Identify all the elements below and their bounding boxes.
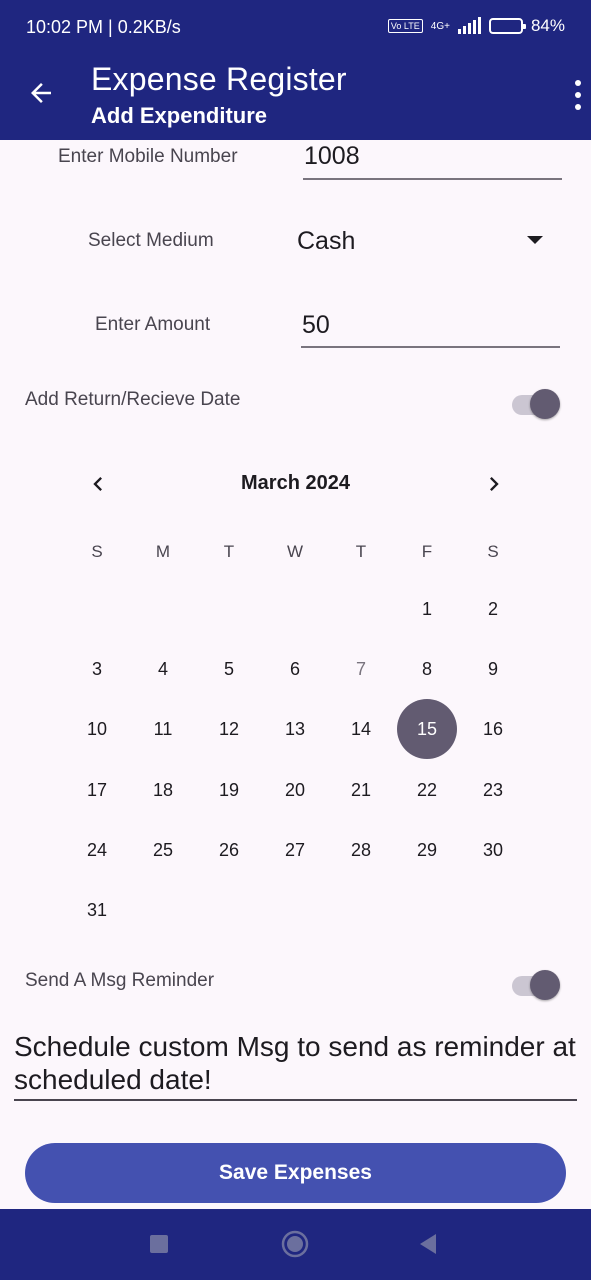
weekday-label: W bbox=[286, 542, 304, 561]
back-button[interactable] bbox=[26, 78, 56, 108]
calendar-day[interactable]: 14 bbox=[331, 699, 391, 759]
calendar-day[interactable]: 28 bbox=[331, 820, 391, 880]
status-time: 10:02 PM | 0.2KB/s bbox=[26, 17, 181, 37]
weekday-label: M bbox=[155, 542, 171, 561]
calendar-day[interactable]: 19 bbox=[199, 760, 259, 820]
return-date-switch-thumb bbox=[530, 389, 560, 419]
signal-icon bbox=[457, 17, 481, 34]
calendar-day[interactable]: 3 bbox=[67, 639, 127, 699]
mobile-number-input[interactable]: 1008 bbox=[304, 142, 360, 171]
calendar-day[interactable]: 2 bbox=[463, 579, 523, 639]
next-month-button[interactable] bbox=[480, 470, 508, 498]
custom-message-input[interactable]: Schedule custom Msg to send as reminder … bbox=[14, 1030, 579, 1096]
calendar-day[interactable]: 20 bbox=[265, 760, 325, 820]
home-button[interactable] bbox=[280, 1229, 310, 1259]
mobile-number-label: Enter Mobile Number bbox=[58, 146, 238, 167]
volte-icon: Vo LTE bbox=[387, 19, 423, 33]
calendar-day[interactable]: 16 bbox=[463, 699, 523, 759]
calendar-day[interactable]: 9 bbox=[463, 639, 523, 699]
amount-underline bbox=[301, 346, 560, 348]
medium-select[interactable]: Cash bbox=[297, 227, 355, 256]
chevron-right-icon bbox=[490, 477, 499, 491]
calendar-day[interactable]: 24 bbox=[67, 820, 127, 880]
page-subtitle: Add Expenditure bbox=[91, 103, 268, 128]
calendar-day[interactable]: 30 bbox=[463, 820, 523, 880]
dropdown-arrow-icon[interactable] bbox=[525, 234, 545, 246]
reminder-switch[interactable] bbox=[512, 968, 564, 1002]
calendar-header: March 2024 bbox=[0, 468, 591, 500]
calendar-day[interactable]: 17 bbox=[67, 760, 127, 820]
back-nav-button[interactable] bbox=[414, 1229, 444, 1259]
calendar-day-selected[interactable]: 15 bbox=[397, 699, 457, 759]
home-circle-icon bbox=[281, 1230, 309, 1258]
calendar-day[interactable]: 21 bbox=[331, 760, 391, 820]
back-triangle-icon bbox=[420, 1234, 436, 1254]
weekday-label: S bbox=[487, 542, 499, 561]
reminder-label: Send A Msg Reminder bbox=[25, 970, 215, 991]
more-vertical-icon bbox=[575, 80, 581, 86]
custom-message-underline bbox=[14, 1099, 577, 1101]
calendar-day[interactable]: 27 bbox=[265, 820, 325, 880]
calendar-day[interactable]: 22 bbox=[397, 760, 457, 820]
calendar-day[interactable]: 12 bbox=[199, 699, 259, 759]
status-icons: Vo LTE 4G+ 84% bbox=[387, 16, 565, 36]
mobile-number-underline bbox=[303, 178, 562, 180]
battery-percent: 84% bbox=[530, 16, 565, 35]
calendar-day[interactable]: 1 bbox=[397, 579, 457, 639]
calendar-day[interactable]: 13 bbox=[265, 699, 325, 759]
arrow-left-icon bbox=[31, 83, 51, 103]
status-bar: 10:02 PM | 0.2KB/s Vo LTE 4G+ 84% bbox=[0, 0, 591, 56]
weekday-label: T bbox=[223, 542, 235, 561]
save-expenses-button[interactable]: Save Expenses bbox=[25, 1143, 566, 1203]
square-icon bbox=[150, 1235, 168, 1253]
reminder-switch-thumb bbox=[530, 970, 560, 1000]
calendar-day[interactable]: 26 bbox=[199, 820, 259, 880]
recents-button[interactable] bbox=[144, 1229, 174, 1259]
system-nav-bar bbox=[0, 1209, 591, 1280]
amount-label: Enter Amount bbox=[95, 314, 211, 335]
calendar-day[interactable]: 11 bbox=[133, 699, 193, 759]
calendar-day[interactable]: 6 bbox=[265, 639, 325, 699]
return-date-label: Add Return/Recieve Date bbox=[25, 389, 241, 410]
return-date-switch[interactable] bbox=[512, 387, 564, 421]
calendar-day[interactable]: 25 bbox=[133, 820, 193, 880]
network-type: 4G+ bbox=[430, 20, 450, 32]
medium-label: Select Medium bbox=[88, 230, 214, 251]
app-bar: Expense Register Add Expenditure bbox=[0, 56, 591, 140]
app-title: Expense Register bbox=[91, 61, 347, 97]
weekday-label: T bbox=[355, 542, 367, 561]
calendar-day[interactable]: 5 bbox=[199, 639, 259, 699]
calendar-day[interactable]: 31 bbox=[67, 880, 127, 940]
calendar-day[interactable]: 29 bbox=[397, 820, 457, 880]
calendar-day[interactable]: 4 bbox=[133, 639, 193, 699]
calendar-day[interactable]: 10 bbox=[67, 699, 127, 759]
weekday-label: S bbox=[91, 542, 103, 561]
weekday-label: F bbox=[421, 542, 433, 561]
amount-input[interactable]: 50 bbox=[302, 311, 330, 340]
calendar-day[interactable]: 8 bbox=[397, 639, 457, 699]
calendar-day[interactable]: 18 bbox=[133, 760, 193, 820]
battery-icon bbox=[488, 18, 526, 34]
calendar-day[interactable]: 23 bbox=[463, 760, 523, 820]
more-options-button[interactable] bbox=[571, 80, 585, 110]
calendar-day[interactable]: 7 bbox=[331, 639, 391, 699]
